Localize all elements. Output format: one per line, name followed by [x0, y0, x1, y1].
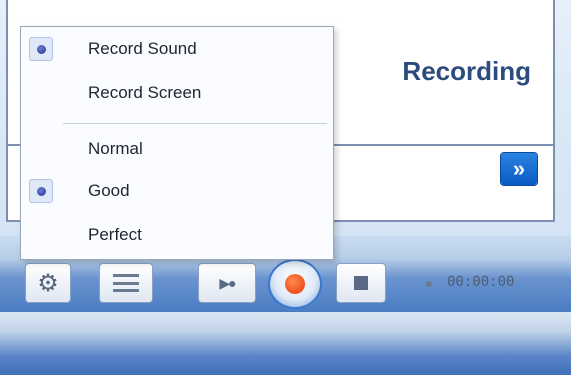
timer-display: 00:00:00 [447, 274, 515, 290]
record-button[interactable] [268, 259, 322, 309]
menu-item-record-sound[interactable]: Record Sound [21, 35, 333, 63]
menu-item-normal[interactable]: Normal [21, 135, 333, 163]
play-button[interactable]: ▶● [198, 263, 256, 303]
menu-item-label: Perfect [88, 225, 142, 244]
menu-item-label: Normal [88, 139, 143, 158]
menu-item-label: Record Screen [88, 83, 202, 102]
stop-button[interactable] [336, 263, 386, 303]
menu-separator [63, 123, 327, 124]
record-icon [285, 274, 305, 294]
gear-icon: ⚙ [37, 269, 59, 297]
next-button[interactable]: » [501, 153, 537, 185]
radio-bullet-icon [36, 186, 46, 196]
recording-options-menu: Record Sound Record Screen Normal Good P… [20, 26, 334, 260]
settings-button[interactable]: ⚙ [25, 263, 71, 303]
menu-item-record-screen[interactable]: Record Screen [21, 79, 333, 107]
stop-icon [354, 276, 368, 290]
menu-item-label: Record Sound [88, 39, 197, 58]
menu-item-label: Good [88, 181, 130, 200]
panel-title: Recording [402, 56, 531, 86]
list-button[interactable] [99, 263, 153, 303]
radio-indicator [29, 37, 53, 61]
status-indicator [426, 281, 432, 287]
radio-bullet-icon [36, 44, 46, 54]
bottom-bar [0, 312, 571, 375]
radio-indicator [29, 179, 53, 203]
menu-item-perfect[interactable]: Perfect [21, 221, 333, 249]
play-record-icon: ▶● [219, 274, 236, 291]
list-icon [113, 274, 139, 292]
menu-item-good[interactable]: Good [21, 177, 333, 205]
